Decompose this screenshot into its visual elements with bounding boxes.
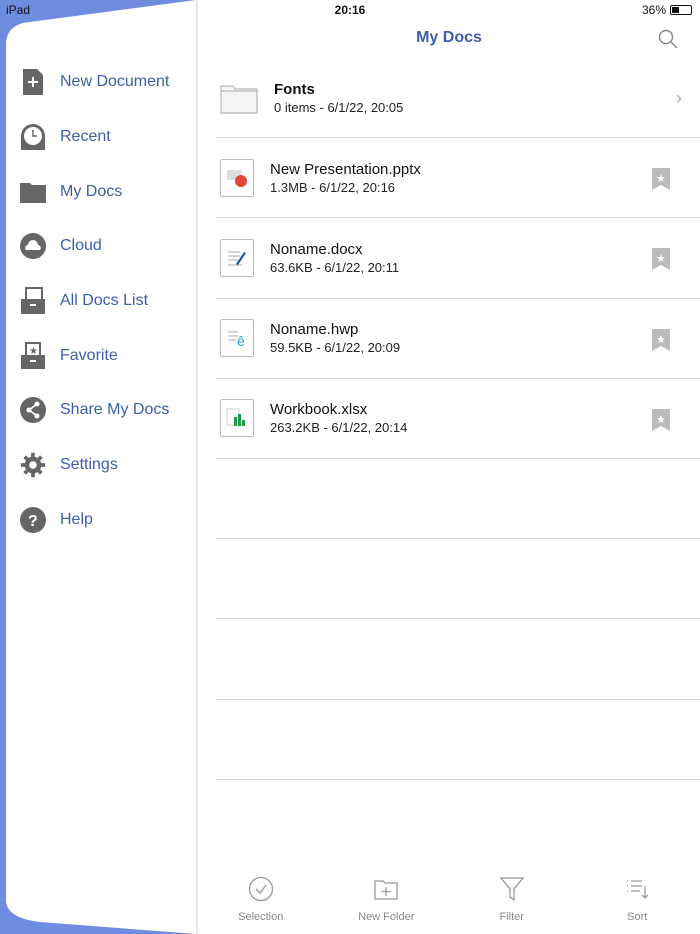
sidebar-item-label: Share My Docs	[60, 401, 170, 419]
new-document-icon	[20, 69, 46, 96]
folder-row[interactable]: Fonts 0 items - 6/1/22, 20:05 ›	[216, 58, 700, 139]
svg-text:ê: ê	[237, 333, 245, 349]
sidebar-item-help[interactable]: ? Help	[0, 493, 197, 548]
sidebar-item-all-docs-list[interactable]: All Docs List	[0, 274, 197, 329]
chevron-right-icon: ›	[676, 88, 682, 108]
svg-text:★: ★	[656, 334, 666, 346]
file-list: Fonts 0 items - 6/1/22, 20:05 › New Prese…	[216, 58, 700, 780]
file-row[interactable]: Noname.docx 63.6KB - 6/1/22, 20:11 ★	[216, 218, 700, 299]
sidebar-item-label: New Document	[60, 73, 170, 91]
sidebar-item-label: Help	[60, 510, 93, 528]
svg-text:★: ★	[656, 414, 666, 426]
folder-icon	[220, 78, 258, 117]
file-meta: 1.3MB - 6/1/22, 20:16	[270, 179, 396, 195]
bookmark-icon[interactable]: ★	[652, 248, 670, 275]
new-folder-button[interactable]: New Folder	[324, 864, 450, 934]
share-icon	[20, 397, 46, 424]
file-name: New Presentation.pptx	[270, 160, 421, 178]
battery-icon	[670, 5, 692, 15]
empty-row	[216, 539, 700, 620]
sidebar-item-label: Favorite	[60, 346, 118, 364]
pptx-file-icon	[220, 158, 254, 197]
filter-icon	[499, 876, 525, 907]
selection-button[interactable]: Selection	[198, 864, 324, 934]
selection-label: Selection	[238, 911, 284, 923]
file-meta: 263.2KB - 6/1/22, 20:14	[270, 420, 408, 436]
xlsx-file-icon	[220, 399, 254, 438]
file-name: Noname.docx	[270, 240, 363, 258]
bookmark-icon[interactable]: ★	[652, 168, 670, 195]
sidebar-item-favorite[interactable]: ★ Favorite	[0, 328, 197, 383]
svg-text:★: ★	[656, 253, 666, 265]
file-name: Workbook.xlsx	[270, 401, 368, 419]
new-folder-label: New Folder	[358, 911, 415, 923]
sidebar-item-label: Recent	[60, 128, 111, 146]
file-row[interactable]: New Presentation.pptx 1.3MB - 6/1/22, 20:…	[216, 138, 700, 219]
filter-button[interactable]: Filter	[449, 864, 575, 934]
all-docs-icon	[20, 287, 46, 315]
svg-text:★: ★	[656, 173, 666, 185]
clock: 20:16	[334, 3, 366, 17]
gear-icon	[20, 452, 46, 478]
sort-icon	[624, 876, 650, 907]
sidebar: New Document Recent My Docs Cloud All Do…	[0, 55, 197, 547]
sidebar-item-new-document[interactable]: New Document	[0, 55, 197, 110]
sidebar-item-label: All Docs List	[60, 292, 149, 310]
empty-row	[216, 459, 700, 540]
empty-row	[216, 619, 700, 700]
file-name: Noname.hwp	[270, 321, 359, 339]
bookmark-icon[interactable]: ★	[652, 328, 670, 356]
sidebar-item-label: My Docs	[60, 182, 123, 200]
sort-button[interactable]: Sort	[575, 864, 700, 934]
sidebar-item-share-my-docs[interactable]: Share My Docs	[0, 383, 197, 438]
search-icon[interactable]	[658, 29, 678, 54]
filter-label: Filter	[499, 911, 524, 923]
file-meta: 63.6KB - 6/1/22, 20:11	[270, 259, 400, 275]
file-row[interactable]: ê Noname.hwp 59.5KB - 6/1/22, 20:09 ★	[216, 299, 700, 379]
sort-label: Sort	[627, 911, 648, 923]
file-name: Fonts	[274, 80, 315, 98]
help-icon: ?	[20, 506, 46, 533]
docx-file-icon	[220, 238, 254, 277]
new-folder-icon	[373, 876, 399, 907]
bottom-toolbar: Selection New Folder Filter Sort	[198, 864, 700, 934]
sidebar-item-recent[interactable]: Recent	[0, 110, 197, 165]
clock-icon	[20, 124, 46, 151]
file-meta: 59.5KB - 6/1/22, 20:09	[270, 340, 401, 356]
file-row[interactable]: Workbook.xlsx 263.2KB - 6/1/22, 20:14 ★	[216, 379, 700, 459]
check-circle-icon	[248, 876, 274, 907]
status-bar: iPad 20:16 36%	[0, 0, 700, 20]
sidebar-item-my-docs[interactable]: My Docs	[0, 164, 197, 219]
sidebar-item-label: Cloud	[60, 237, 102, 255]
sidebar-item-label: Settings	[60, 456, 118, 474]
sidebar-item-settings[interactable]: Settings	[0, 438, 197, 493]
svg-text:?: ?	[28, 513, 38, 530]
cloud-icon	[20, 233, 46, 260]
folder-icon	[20, 179, 46, 205]
empty-row	[216, 700, 700, 780]
favorite-icon: ★	[20, 341, 46, 369]
battery-percent: 36%	[641, 3, 666, 17]
bookmark-icon[interactable]: ★	[652, 408, 670, 436]
page-title: My Docs	[416, 29, 482, 46]
hwp-file-icon: ê	[220, 319, 254, 358]
file-meta: 0 items - 6/1/22, 20:05	[274, 99, 404, 115]
sidebar-item-cloud[interactable]: Cloud	[0, 219, 197, 274]
